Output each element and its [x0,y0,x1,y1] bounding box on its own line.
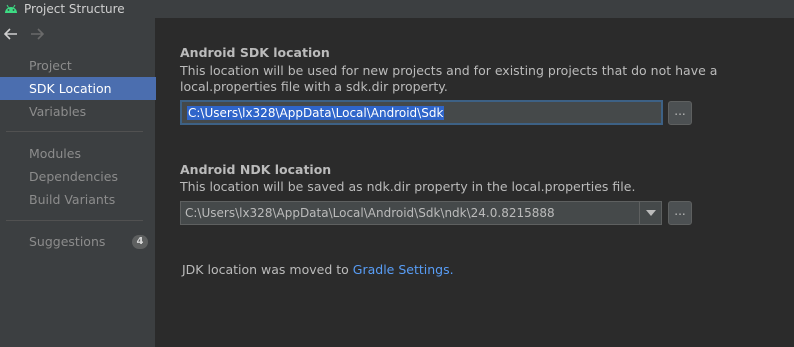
sidebar-item-label: Variables [29,104,87,119]
jdk-moved-message: JDK location was moved to Gradle Setting… [182,262,454,277]
sidebar: Project SDK Location Variables Modules D… [0,18,156,347]
sidebar-item-suggestions[interactable]: Suggestions 4 [0,230,156,253]
sdk-path-text: C:\Users\lx328\AppData\Local\Android\Sdk [187,105,445,120]
sidebar-item-project[interactable]: Project [0,54,156,77]
sidebar-item-label: SDK Location [29,81,112,96]
jdk-moved-text: JDK location was moved to [182,262,349,277]
ndk-browse-button[interactable]: ... [668,201,692,225]
sidebar-item-sdk-location[interactable]: SDK Location [0,77,156,100]
sdk-description-line1: This location will be used for new proje… [180,63,718,78]
arrow-left-icon[interactable] [2,25,20,43]
ndk-path-combo[interactable]: C:\Users\lx328\AppData\Local\Android\Sdk… [180,201,662,225]
sidebar-item-label: Modules [29,146,81,161]
ndk-path-text: C:\Users\lx328\AppData\Local\Android\Sdk… [185,206,555,220]
nav-arrows [2,25,46,43]
sidebar-item-label: Build Variants [29,192,116,207]
sidebar-item-variables[interactable]: Variables [0,100,156,123]
ndk-description: This location will be saved as ndk.dir p… [180,179,636,194]
sidebar-item-label: Suggestions [29,234,106,249]
window-title: Project Structure [24,2,125,16]
sidebar-item-build-variants[interactable]: Build Variants [0,188,156,211]
sidebar-item-label: Dependencies [29,169,118,184]
sdk-location-title: Android SDK location [180,45,330,60]
chevron-down-icon[interactable] [639,202,661,224]
sidebar-divider [6,131,143,132]
android-icon [2,0,20,18]
sdk-browse-button[interactable]: ... [668,101,692,125]
sdk-path-input[interactable]: C:\Users\lx328\AppData\Local\Android\Sdk [180,100,663,125]
suggestions-count-badge: 4 [132,235,148,249]
sdk-description-line2: local.properties file with a sdk.dir pro… [180,79,448,94]
sidebar-item-dependencies[interactable]: Dependencies [0,165,156,188]
sidebar-item-label: Project [29,58,72,73]
arrow-right-icon[interactable] [28,25,46,43]
sidebar-divider [6,220,143,221]
gradle-settings-link[interactable]: Gradle Settings. [353,262,454,277]
ndk-location-title: Android NDK location [180,162,332,177]
title-bar: Project Structure [0,0,794,18]
main-panel: Android SDK location This location will … [157,18,794,347]
sidebar-item-modules[interactable]: Modules [0,142,156,165]
